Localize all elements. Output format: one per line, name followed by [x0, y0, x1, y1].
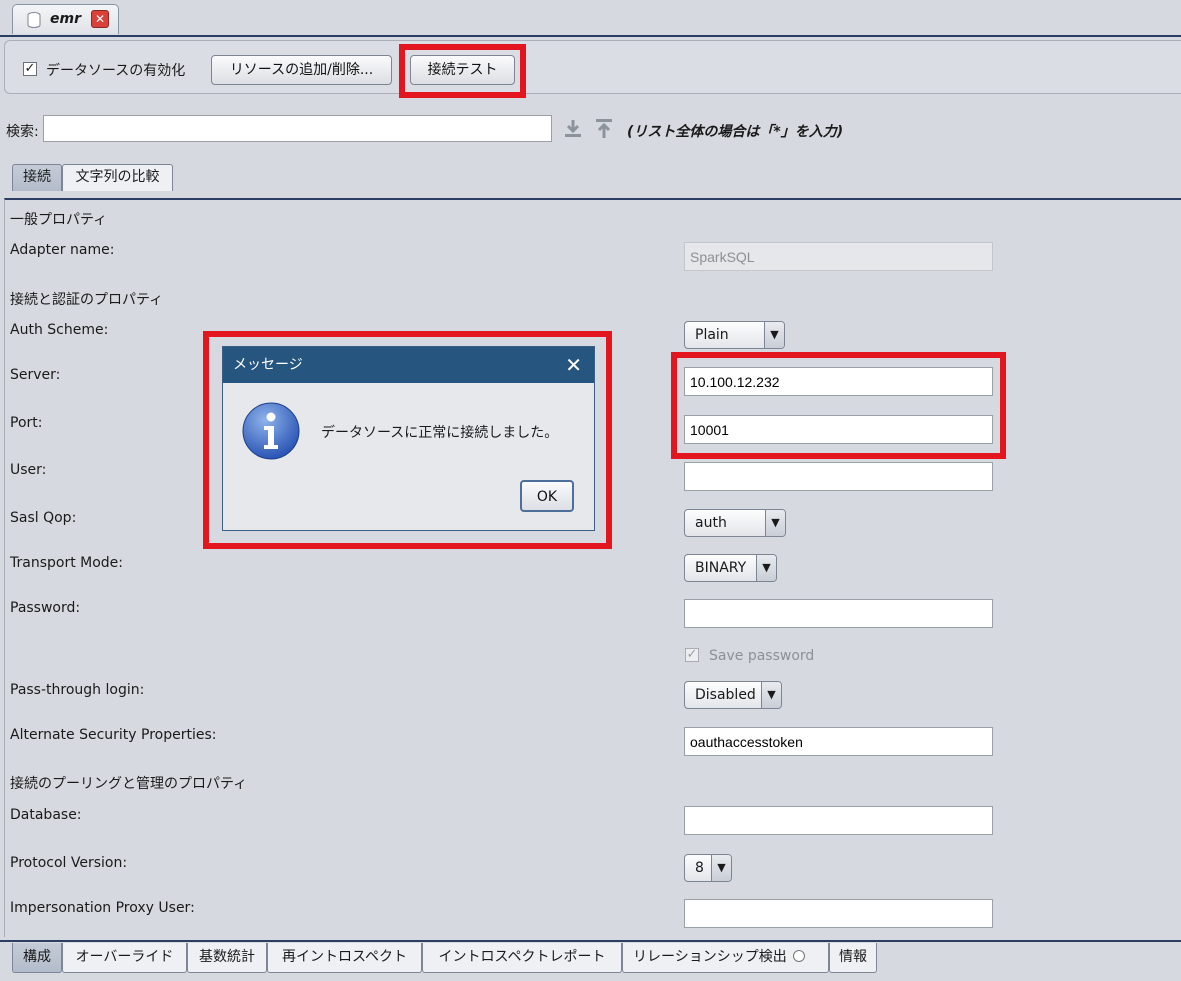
- database-label: Database:: [10, 807, 82, 823]
- alternate-security-label: Alternate Security Properties:: [10, 727, 217, 743]
- highlight-test-connection: [399, 44, 526, 98]
- chevron-down-icon: ▼: [764, 322, 784, 348]
- impersonation-proxy-user-field[interactable]: [684, 899, 993, 928]
- protocol-version-select[interactable]: 8 ▼: [684, 854, 732, 882]
- adapter-name-field: [684, 242, 993, 271]
- auth-scheme-label: Auth Scheme:: [10, 322, 109, 338]
- password-label: Password:: [10, 600, 81, 616]
- save-password-label: Save password: [709, 648, 815, 664]
- port-label: Port:: [10, 415, 43, 431]
- tab-overrides[interactable]: オーバーライド: [62, 943, 187, 973]
- enable-datasource-label: データソースの有効化: [46, 63, 186, 79]
- chevron-down-icon: ▼: [711, 855, 731, 881]
- server-label: Server:: [10, 367, 61, 383]
- document-tab-label: emr: [50, 11, 81, 27]
- sasl-qop-label: Sasl Qop:: [10, 510, 77, 526]
- save-password-checkbox[interactable]: ✓: [685, 648, 699, 662]
- tab-introspection-report[interactable]: イントロスペクトレポート: [422, 943, 622, 973]
- password-field[interactable]: [684, 599, 993, 628]
- tab-reintrospect[interactable]: 再イントロスペクト: [267, 943, 422, 973]
- tab-string-comparison[interactable]: 文字列の比較: [62, 164, 173, 191]
- transport-mode-label: Transport Mode:: [10, 555, 124, 571]
- chevron-down-icon: ▼: [765, 510, 785, 536]
- section-general: 一般プロパティ: [10, 212, 108, 228]
- highlight-server-port: [671, 352, 1006, 459]
- tab-connection[interactable]: 接続: [12, 164, 62, 191]
- document-tab[interactable]: emr ✕: [12, 4, 119, 34]
- chevron-down-icon: ▼: [756, 555, 776, 581]
- alternate-security-field[interactable]: [684, 727, 993, 756]
- impersonation-proxy-user-label: Impersonation Proxy User:: [10, 900, 195, 916]
- transport-mode-select[interactable]: BINARY ▼: [684, 554, 777, 582]
- status-circle-icon: [793, 950, 806, 962]
- sasl-qop-value: auth: [695, 515, 727, 531]
- download-icon[interactable]: [563, 118, 583, 144]
- sasl-qop-select[interactable]: auth ▼: [684, 509, 786, 537]
- adapter-name-label: Adapter name:: [10, 242, 115, 258]
- tab-info[interactable]: 情報: [829, 943, 877, 973]
- auth-scheme-value: Plain: [695, 327, 729, 343]
- pass-through-login-select[interactable]: Disabled ▼: [684, 681, 782, 709]
- chevron-down-icon: ▼: [761, 682, 781, 708]
- user-label: User:: [10, 462, 47, 478]
- auth-scheme-select[interactable]: Plain ▼: [684, 321, 785, 349]
- search-hint: (リスト全体の場合は「*」を入力): [627, 124, 844, 140]
- add-remove-resources-button[interactable]: リソースの追加/削除...: [211, 55, 392, 85]
- highlight-dialog: [203, 331, 612, 549]
- search-input[interactable]: [43, 115, 552, 142]
- tab-relationship-detection-label: リレーションシップ検出: [633, 949, 787, 965]
- tab-relationship-detection[interactable]: リレーションシップ検出: [622, 943, 829, 973]
- upload-icon[interactable]: [594, 118, 614, 144]
- document-tab-strip: emr ✕: [0, 0, 1181, 37]
- user-field[interactable]: [684, 462, 993, 491]
- close-icon[interactable]: ✕: [91, 10, 109, 28]
- transport-mode-value: BINARY: [695, 560, 747, 576]
- enable-datasource-checkbox[interactable]: ✓: [23, 62, 37, 76]
- pass-through-login-value: Disabled: [695, 687, 756, 703]
- protocol-version-value: 8: [695, 860, 704, 876]
- search-label: 検索:: [6, 124, 39, 140]
- section-auth: 接続と認証のプロパティ: [10, 292, 164, 308]
- database-icon: [27, 12, 41, 32]
- pass-through-login-label: Pass-through login:: [10, 682, 145, 698]
- protocol-version-label: Protocol Version:: [10, 855, 128, 871]
- tab-configuration[interactable]: 構成: [12, 943, 62, 973]
- database-field[interactable]: [684, 806, 993, 835]
- section-pooling: 接続のプーリングと管理のプロパティ: [10, 776, 248, 792]
- properties-panel: [4, 198, 1181, 937]
- tab-cardinality-stats[interactable]: 基数統計: [187, 943, 267, 973]
